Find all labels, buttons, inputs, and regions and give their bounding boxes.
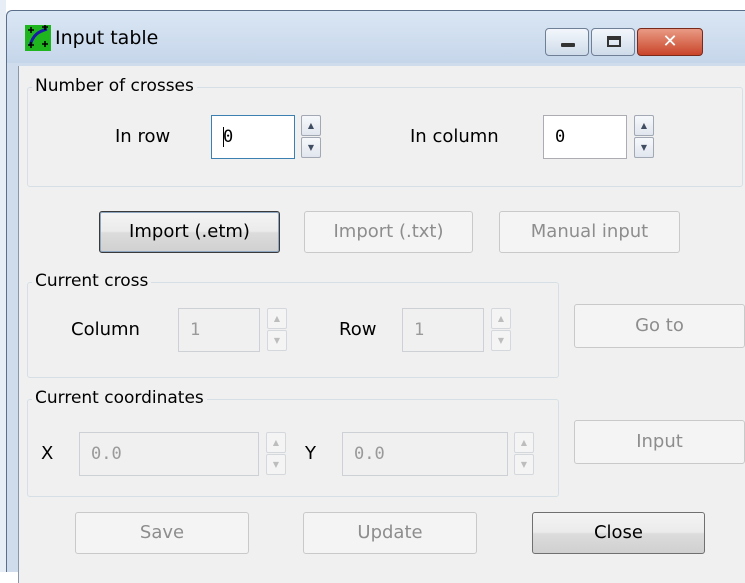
in-row-spinner[interactable]: ▲ ▼ [301,115,321,159]
column-input[interactable]: 1 [178,308,260,352]
x-input[interactable]: 0.0 [79,432,259,476]
spin-down-icon[interactable]: ▼ [301,137,321,158]
input-table-window: Input table ✕ Number of crosses In row 0… [6,10,745,583]
window-close-button[interactable]: ✕ [637,28,703,56]
import-etm-button[interactable]: Import (.etm) [99,211,280,253]
y-input[interactable]: 0.0 [342,432,508,476]
spin-up-icon[interactable]: ▲ [491,308,511,329]
spin-up-icon[interactable]: ▲ [266,432,286,453]
in-row-input[interactable]: 0 [211,115,295,159]
maximize-icon [607,36,621,47]
save-button[interactable]: Save [75,512,249,554]
goto-button[interactable]: Go to [574,304,745,348]
current-coordinates-title: Current coordinates [32,387,207,409]
row-spinner[interactable]: ▲ ▼ [491,308,511,352]
maximize-button[interactable] [591,28,635,56]
spin-up-icon[interactable]: ▲ [634,115,654,136]
column-spinner[interactable]: ▲ ▼ [267,308,287,352]
x-label: X [41,443,54,464]
in-column-input[interactable]: 0 [543,115,627,159]
spin-down-icon[interactable]: ▼ [491,330,511,351]
update-button[interactable]: Update [303,512,477,554]
window-title: Input table [55,27,159,49]
row-input[interactable]: 1 [402,308,484,352]
in-row-label: In row [115,126,171,147]
current-cross-group: Current cross Column 1 ▲ ▼ Row 1 ▲ ▼ [27,270,559,378]
dialog-client-area: Number of crosses In row 0 ▲ ▼ In column… [18,66,745,583]
input-button[interactable]: Input [574,420,745,464]
close-button[interactable]: Close [532,512,705,554]
minimize-icon [561,43,575,47]
column-label: Column [71,319,140,340]
y-label: Y [305,443,316,464]
current-cross-title: Current cross [32,270,152,292]
title-bar[interactable]: Input table ✕ [7,11,745,63]
y-spinner[interactable]: ▲ ▼ [514,432,534,476]
spin-up-icon[interactable]: ▲ [514,432,534,453]
spin-down-icon[interactable]: ▼ [634,137,654,158]
grid-cross-icon [25,25,51,51]
number-of-crosses-group: Number of crosses In row 0 ▲ ▼ In column… [27,75,743,187]
spin-down-icon[interactable]: ▼ [267,330,287,351]
import-txt-button[interactable]: Import (.txt) [304,211,473,253]
number-of-crosses-title: Number of crosses [32,75,197,97]
in-column-label: In column [410,126,499,147]
manual-input-button[interactable]: Manual input [499,211,680,253]
spin-up-icon[interactable]: ▲ [301,115,321,136]
in-row-value: 0 [223,127,234,147]
minimize-button[interactable] [545,28,589,56]
current-coordinates-group: Current coordinates X 0.0 ▲ ▼ Y 0.0 ▲ ▼ [27,387,559,497]
spin-down-icon[interactable]: ▼ [266,454,286,475]
in-column-spinner[interactable]: ▲ ▼ [634,115,654,159]
spin-up-icon[interactable]: ▲ [267,308,287,329]
close-icon: ✕ [662,31,678,52]
x-spinner[interactable]: ▲ ▼ [266,432,286,476]
spin-down-icon[interactable]: ▼ [514,454,534,475]
row-label: Row [339,319,377,340]
